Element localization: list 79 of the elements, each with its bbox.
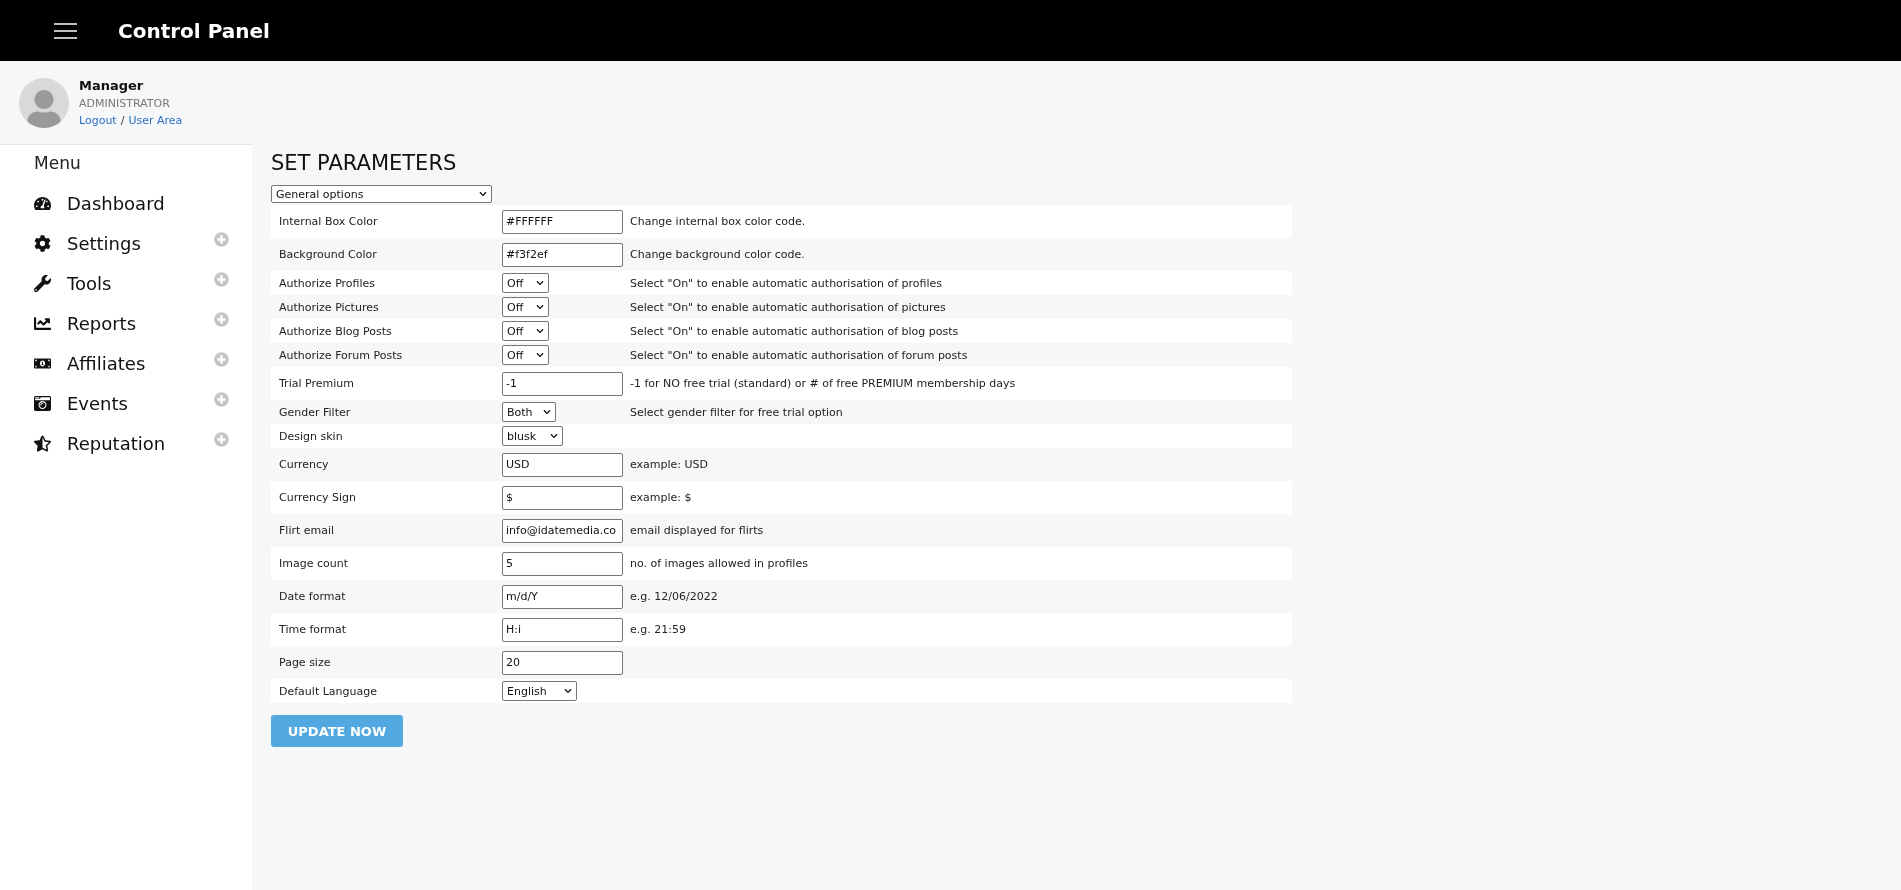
user-role: ADMINISTRATOR [79, 97, 171, 110]
star-icon [34, 434, 54, 452]
wrench-icon [34, 274, 54, 292]
dropdown[interactable]: blusk [502, 426, 563, 446]
input-field[interactable]: info@idatemedia.co [502, 518, 623, 543]
input-field[interactable]: $ [502, 485, 623, 510]
field-label: Internal Box Color [278, 215, 379, 228]
input-field[interactable]: H:i [502, 617, 623, 642]
section-dropdown[interactable]: General options [271, 185, 492, 203]
field-label: Design skin [278, 429, 344, 443]
field-label: Flirt email [278, 524, 336, 537]
field-label: Date format [278, 590, 347, 603]
menu-icon[interactable] [54, 22, 77, 39]
field-label: Time format [278, 623, 348, 636]
field-label: Authorize Forum Posts [278, 348, 404, 362]
field-label: Page size [278, 656, 332, 669]
dropdown[interactable]: Both [502, 402, 556, 422]
dropdown[interactable]: Off [502, 321, 549, 341]
input-field[interactable]: 5 [502, 551, 623, 576]
dropdown[interactable]: Off [502, 273, 549, 293]
field-hint: Change internal box color code. [630, 215, 806, 228]
menu-item[interactable]: Reports [67, 312, 214, 334]
field-label: Currency Sign [278, 491, 358, 504]
menu-heading: Menu [33, 152, 82, 175]
dropdown[interactable]: Off [502, 297, 549, 317]
field-label: Authorize Pictures [278, 300, 380, 314]
page-title: SET PARAMETERS [271, 151, 458, 175]
user-name: Manager [79, 78, 145, 93]
dropdown[interactable]: English [502, 681, 577, 701]
input-field[interactable]: -1 [502, 371, 623, 396]
dropdown[interactable]: Off [502, 345, 549, 365]
menu-item[interactable]: Settings [67, 232, 214, 254]
field-hint: Change background color code. [630, 248, 805, 261]
chevron-down-icon [536, 351, 544, 359]
chevron-down-icon [550, 432, 558, 440]
field-hint: Select "On" to enable automatic authorisation of profiles [630, 276, 943, 290]
field-hint: example: USD [630, 458, 709, 471]
logout-link[interactable]: Logout [79, 114, 117, 127]
chevron-down-icon [564, 687, 572, 695]
field-hint: Select "On" to enable automatic authorisation of pictures [630, 300, 946, 314]
field-label: Authorize Profiles [278, 276, 377, 290]
line-chart-icon [34, 314, 54, 332]
menu-item[interactable]: Affiliates [67, 352, 214, 374]
chevron-down-icon [536, 303, 544, 311]
field-label: Background Color [278, 248, 378, 261]
input-field[interactable]: 20 [502, 650, 623, 675]
field-hint: e.g. 12/06/2022 [630, 590, 718, 603]
chevron-down-icon [536, 327, 544, 335]
field-hint: Select "On" to enable automatic authorisation of forum posts [630, 348, 968, 362]
chevron-down-icon [543, 408, 551, 416]
menu-item[interactable]: Tools [67, 272, 214, 294]
link-separator: / [120, 114, 125, 127]
field-hint: e.g. 21:59 [630, 623, 686, 636]
field-label: Authorize Blog Posts [278, 324, 393, 338]
camera-icon [34, 394, 54, 412]
menu-item[interactable]: Events [67, 392, 214, 414]
user-area-link[interactable]: User Area [128, 114, 183, 127]
field-hint: Select gender filter for free trial option [630, 405, 843, 419]
chevron-down-icon [536, 279, 544, 287]
field-hint: example: $ [630, 491, 692, 504]
field-hint: email displayed for flirts [630, 524, 764, 537]
field-hint: no. of images allowed in profiles [630, 557, 808, 570]
chevron-down-icon [479, 190, 487, 198]
field-label: Image count [278, 557, 349, 570]
field-label: Trial Premium [278, 377, 355, 390]
field-label: Gender Filter [278, 405, 352, 419]
field-label: Default Language [278, 684, 378, 698]
gauge-icon [34, 194, 54, 212]
field-hint: -1 for NO free trial (standard) or # of free PREMIUM membership days [630, 377, 1016, 390]
field-hint: Select "On" to enable automatic authorisation of blog posts [630, 324, 959, 338]
app-title: Control Panel [118, 18, 270, 43]
input-field[interactable]: m/d/Y [502, 584, 623, 609]
avatar [19, 77, 69, 128]
input-field[interactable]: #FFFFFF [502, 209, 623, 234]
menu-item[interactable]: Reputation [67, 432, 214, 454]
menu-item[interactable]: Dashboard [67, 192, 229, 214]
input-field[interactable]: USD [502, 452, 623, 477]
field-label: Currency [278, 458, 330, 471]
input-field[interactable]: #f3f2ef [502, 242, 623, 267]
